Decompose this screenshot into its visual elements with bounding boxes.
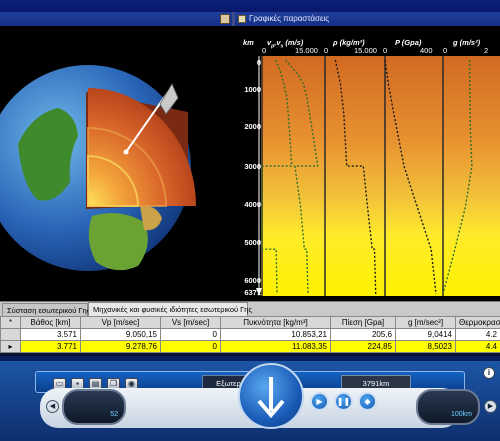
tab-composition[interactable]: Σύσταση εσωτερικού Γης: [2, 303, 90, 317]
table-row-selected[interactable]: ▸ 3.771 9.278,76 0 11.083,35 224,85 8,50…: [0, 340, 500, 353]
profiles-chart: km vp,vs (m/s) ρ (kg/m³) P (Gpa) g (m/s²…: [235, 26, 500, 301]
depth-axis-label: km: [243, 38, 254, 47]
pause-button[interactable]: ❚❚: [334, 392, 353, 411]
depth-tick-5000: 5000: [244, 238, 261, 247]
cutaway-interior-layers: [88, 88, 196, 206]
depth-tick-6371: 6371: [244, 288, 261, 297]
cell-density: 11.083,35: [220, 340, 331, 353]
cell-temperature: 4.4: [455, 340, 500, 353]
properties-table: * Βάθος [km] Vp [m/sec] Vs [m/sec] Πυκνό…: [0, 316, 500, 353]
column-header-temperature[interactable]: Θερμοκρασία [°C]: [455, 316, 500, 329]
down-arrow-icon: [257, 377, 285, 419]
probe-tip: [123, 149, 129, 155]
density-tick-max: 15.000: [354, 46, 377, 55]
velocity-tick-min: 0: [262, 46, 267, 55]
graphs-window-title-bar: Γραφικές παραστάσεις: [235, 12, 500, 26]
navigation-control-panel: ▭ ▪ ▤ ❐ ◉ Εξωτερικός πυρήνας 3791km i ◀ …: [0, 361, 500, 441]
cell-vs: 0: [160, 328, 221, 341]
gravity-tick-max: 2: [484, 46, 489, 55]
gravity-tick-min: 0: [443, 46, 448, 55]
cell-depth: 3.571: [20, 328, 81, 341]
cell-pressure: 224,85: [330, 340, 396, 353]
cell-vs: 0: [160, 340, 221, 353]
descend-button[interactable]: [238, 363, 304, 429]
cell-depth: 3.771: [20, 340, 81, 353]
depth-gradient: [261, 56, 500, 296]
reset-button[interactable]: ◆: [358, 392, 377, 411]
row-selector-header: *: [0, 316, 21, 329]
cell-density: 10.853,21: [220, 328, 331, 341]
velocity-tick-max: 15.000: [295, 46, 318, 55]
cell-vp: 9.278,76: [80, 340, 161, 353]
row-selector[interactable]: ▸: [0, 340, 21, 353]
info-button[interactable]: i: [483, 367, 495, 379]
column-header-pressure[interactable]: Πίεση [Gpa]: [330, 316, 396, 329]
column-header-vs[interactable]: Vs [m/sec]: [160, 316, 221, 329]
depth-tick-2000: 2000: [244, 122, 261, 131]
pressure-tick-min: 0: [383, 46, 388, 55]
column-header-vp[interactable]: Vp [m/sec]: [80, 316, 161, 329]
application-title-bar: [0, 0, 500, 12]
row-selector[interactable]: [0, 328, 21, 341]
left-speed-dial[interactable]: 52: [62, 389, 126, 425]
window-icon: [238, 15, 246, 23]
cell-gravity: 8,5023: [395, 340, 456, 353]
cell-temperature: 4.2: [455, 328, 500, 341]
graphs-window-title: Γραφικές παραστάσεις: [249, 14, 330, 23]
pressure-header: P (Gpa): [395, 38, 422, 47]
column-header-depth[interactable]: Βάθος [km]: [20, 316, 81, 329]
left-arrow-button[interactable]: ◀: [46, 400, 59, 413]
cell-gravity: 9,0414: [395, 328, 456, 341]
cell-vp: 9.050,15: [80, 328, 161, 341]
step-size-value: 100km: [450, 411, 472, 418]
earth-cutaway-illustration: [0, 65, 196, 271]
left-dial-value: 52: [110, 411, 118, 418]
properties-tab-strip: Σύσταση εσωτερικού Γης Μηχανικές και φυσ…: [0, 301, 500, 317]
depth-tick-0: 0: [256, 58, 261, 67]
step-size-dial[interactable]: 100km: [416, 389, 480, 425]
depth-tick-4000: 4000: [244, 200, 261, 209]
tab-mechanical-properties[interactable]: Μηχανικές και φυσικές ιδιότητες εσωτερικ…: [88, 302, 252, 317]
column-header-gravity[interactable]: g [m/sec²]: [395, 316, 456, 329]
table-row[interactable]: 3.571 9.050,15 0 10.853,21 205,6 9,0414 …: [0, 328, 500, 341]
pressure-tick-max: 400: [420, 46, 433, 55]
play-button[interactable]: ▶: [310, 392, 329, 411]
depth-tick-6000: 6000: [244, 276, 261, 285]
gravity-header: g (m/s²): [453, 38, 481, 47]
globe-window-title-bar: [0, 12, 232, 26]
right-arrow-button[interactable]: ▶: [484, 400, 497, 413]
depth-tick-3000: 3000: [244, 162, 261, 171]
globe-view[interactable]: [0, 26, 235, 301]
table-header-row: * Βάθος [km] Vp [m/sec] Vs [m/sec] Πυκνό…: [0, 316, 500, 329]
depth-tick-1000: 1000: [244, 85, 261, 94]
chart-plot-area: [256, 56, 500, 296]
column-header-density[interactable]: Πυκνότητα [kg/m³]: [220, 316, 331, 329]
density-tick-min: 0: [324, 46, 329, 55]
landmass-africa: [88, 213, 148, 271]
cell-pressure: 205,6: [330, 328, 396, 341]
close-icon[interactable]: [220, 14, 230, 24]
